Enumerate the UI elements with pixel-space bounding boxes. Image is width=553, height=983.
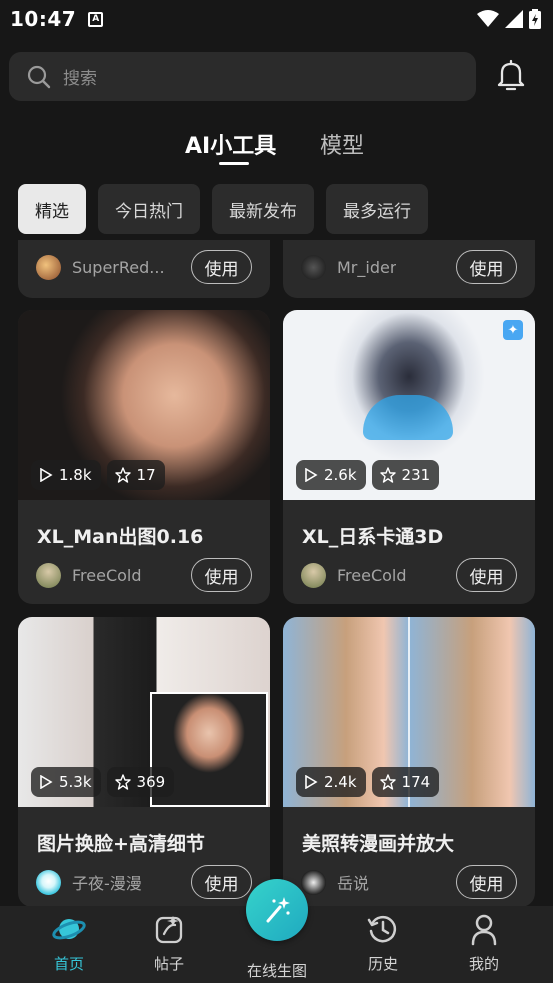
filter-featured[interactable]: 精选 bbox=[18, 184, 86, 234]
play-icon bbox=[40, 468, 53, 482]
profile-icon bbox=[471, 914, 497, 946]
tool-card[interactable]: 1.8k 17 XL_Man出图0.16 FreeCold 使用 bbox=[18, 310, 270, 604]
use-button[interactable]: 使用 bbox=[456, 558, 517, 592]
magic-wand-icon bbox=[266, 897, 290, 923]
tool-card[interactable]: ✦ 2.6k 231 XL_日系卡通3D FreeCold 使用 bbox=[283, 310, 535, 604]
nav-posts[interactable]: 帖子 bbox=[119, 906, 219, 983]
nav-home[interactable]: 首页 bbox=[19, 906, 119, 983]
run-count: 2.6k bbox=[296, 460, 366, 490]
status-indicators bbox=[477, 9, 541, 29]
battery-icon bbox=[529, 9, 541, 29]
run-count: 1.8k bbox=[31, 460, 101, 490]
run-count: 2.4k bbox=[296, 767, 366, 797]
nav-label: 在线生图 bbox=[246, 962, 307, 980]
avatar bbox=[36, 869, 61, 895]
planet-icon bbox=[52, 919, 86, 940]
filter-latest[interactable]: 最新发布 bbox=[212, 184, 314, 234]
nav-label: 首页 bbox=[53, 955, 84, 973]
top-tabs: AI小工具 模型 bbox=[0, 128, 553, 168]
use-button[interactable]: 使用 bbox=[456, 250, 517, 284]
author-name: Mr_ider bbox=[337, 257, 397, 277]
history-icon bbox=[367, 915, 397, 943]
author-name: FreeCold bbox=[337, 565, 407, 585]
nav-profile[interactable]: 我的 bbox=[434, 906, 534, 983]
status-time: 10:47 bbox=[10, 7, 77, 31]
avatar bbox=[36, 254, 61, 280]
use-button[interactable]: 使用 bbox=[191, 865, 252, 899]
avatar bbox=[36, 562, 61, 588]
card-title: XL_日系卡通3D bbox=[302, 526, 444, 548]
card-footer: FreeCold 使用 bbox=[36, 558, 252, 592]
run-count: 5.3k bbox=[31, 767, 101, 797]
tool-card[interactable]: 2.4k 174 美照转漫画并放大 岳说 使用 bbox=[283, 617, 535, 907]
play-icon bbox=[305, 775, 318, 789]
card-footer: 子夜-漫漫 使用 bbox=[36, 865, 252, 899]
card-partial[interactable]: SuperRed... 使用 bbox=[18, 240, 270, 298]
card-stats: 2.4k 174 bbox=[296, 767, 440, 797]
card-stats: 5.3k 369 bbox=[31, 767, 175, 797]
search-icon bbox=[27, 65, 51, 88]
generate-fab-button[interactable] bbox=[246, 879, 308, 941]
card-stats: 1.8k 17 bbox=[31, 460, 165, 490]
star-icon bbox=[114, 467, 131, 483]
card-footer: 岳说 使用 bbox=[301, 865, 517, 899]
star-icon bbox=[379, 774, 396, 790]
card-title: 图片换脸+高清细节 bbox=[37, 833, 205, 855]
star-icon bbox=[114, 774, 131, 790]
signal-icon bbox=[505, 10, 523, 28]
blue-accent-shape bbox=[363, 395, 453, 440]
use-button[interactable]: 使用 bbox=[191, 250, 252, 284]
star-count: 231 bbox=[371, 460, 440, 490]
card-footer: SuperRed... 使用 bbox=[36, 250, 252, 284]
app-notification-icon: A bbox=[88, 11, 104, 27]
author-name: SuperRed... bbox=[72, 257, 165, 277]
star-icon bbox=[379, 467, 396, 483]
card-stats: 2.6k 231 bbox=[296, 460, 440, 490]
search-input[interactable]: 搜索 bbox=[9, 52, 476, 101]
nav-history[interactable]: 历史 bbox=[333, 906, 433, 983]
post-icon bbox=[155, 916, 183, 944]
filter-chips: 精选 今日热门 最新发布 最多运行 bbox=[18, 184, 428, 234]
avatar bbox=[301, 869, 326, 895]
notification-bell-icon[interactable] bbox=[494, 58, 528, 92]
nav-label: 帖子 bbox=[153, 955, 184, 973]
author-name: FreeCold bbox=[72, 565, 142, 585]
avatar bbox=[301, 562, 326, 588]
card-footer: FreeCold 使用 bbox=[301, 558, 517, 592]
filter-today-hot[interactable]: 今日热门 bbox=[98, 184, 200, 234]
filter-most-run[interactable]: 最多运行 bbox=[326, 184, 428, 234]
card-partial[interactable]: Mr_ider 使用 bbox=[283, 240, 535, 298]
play-icon bbox=[305, 468, 318, 482]
nav-label: 我的 bbox=[468, 955, 499, 973]
tab-ai-tools[interactable]: AI小工具 bbox=[185, 128, 276, 160]
card-footer: Mr_ider 使用 bbox=[301, 250, 517, 284]
author-name: 子夜-漫漫 bbox=[72, 874, 142, 893]
tab-models[interactable]: 模型 bbox=[320, 128, 364, 160]
card-title: 美照转漫画并放大 bbox=[302, 833, 455, 855]
wifi-icon bbox=[477, 10, 499, 27]
star-count: 369 bbox=[106, 767, 175, 797]
card-title: XL_Man出图0.16 bbox=[37, 526, 204, 548]
author-name: 岳说 bbox=[337, 874, 370, 893]
sparkle-badge-icon: ✦ bbox=[503, 320, 523, 340]
avatar bbox=[301, 254, 326, 280]
star-count: 17 bbox=[106, 460, 165, 490]
search-placeholder: 搜索 bbox=[63, 69, 97, 89]
tool-card[interactable]: 5.3k 369 图片换脸+高清细节 子夜-漫漫 使用 bbox=[18, 617, 270, 907]
play-icon bbox=[40, 775, 53, 789]
active-tab-indicator bbox=[219, 162, 249, 165]
use-button[interactable]: 使用 bbox=[191, 558, 252, 592]
star-count: 174 bbox=[371, 767, 440, 797]
status-bar: 10:47 A bbox=[0, 0, 553, 38]
use-button[interactable]: 使用 bbox=[456, 865, 517, 899]
nav-label: 历史 bbox=[367, 955, 398, 973]
